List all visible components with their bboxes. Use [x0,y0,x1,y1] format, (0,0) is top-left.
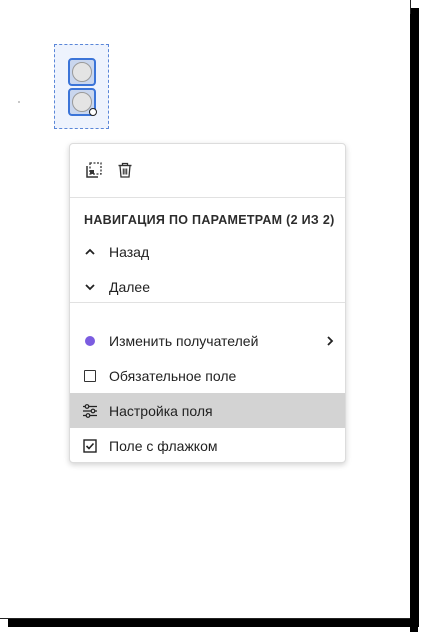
menu-toolbar [70,144,345,197]
chevron-down-icon [82,279,98,295]
checkbox-checked-icon [82,438,98,454]
resize-handle[interactable] [89,108,97,116]
delete-button[interactable] [114,159,136,181]
menu-divider [70,197,345,198]
recipient-dot-icon [82,333,98,349]
field-settings-item[interactable]: Настройка поля [70,393,345,428]
trash-icon [118,162,132,178]
change-recipients-item[interactable]: Изменить получателей [70,323,345,358]
field-context-menu: НАВИГАЦИЯ ПО ПАРАМЕТРАМ (2 ИЗ 2) Назад Д… [69,143,346,463]
radio-button-1[interactable] [68,58,96,86]
nav-back-label: Назад [109,243,150,260]
checkbox-field-label: Поле с флажком [109,437,218,454]
chevron-up-icon [82,244,98,260]
radio-field-group[interactable] [54,44,109,129]
page-mark [18,101,20,103]
menu-divider [70,302,345,303]
nav-next-item[interactable]: Далее [70,269,345,304]
duplicate-button[interactable] [83,159,105,181]
document-page: НАВИГАЦИЯ ПО ПАРАМЕТРАМ (2 ИЗ 2) Назад Д… [0,0,418,632]
checkbox-field-item[interactable]: Поле с флажком [70,428,345,463]
required-field-item[interactable]: Обязательное поле [70,358,345,393]
change-recipients-label: Изменить получателей [109,332,259,349]
duplicate-icon [86,162,102,178]
field-settings-label: Настройка поля [109,402,213,419]
radio-circle-icon [72,62,92,82]
required-field-label: Обязательное поле [109,367,237,384]
chevron-right-icon [324,334,336,348]
checkbox-empty-icon [82,368,98,384]
nav-back-item[interactable]: Назад [70,234,345,269]
sliders-icon [82,403,98,419]
nav-next-label: Далее [109,278,151,295]
section-heading: НАВИГАЦИЯ ПО ПАРАМЕТРАМ (2 ИЗ 2) [84,213,335,227]
